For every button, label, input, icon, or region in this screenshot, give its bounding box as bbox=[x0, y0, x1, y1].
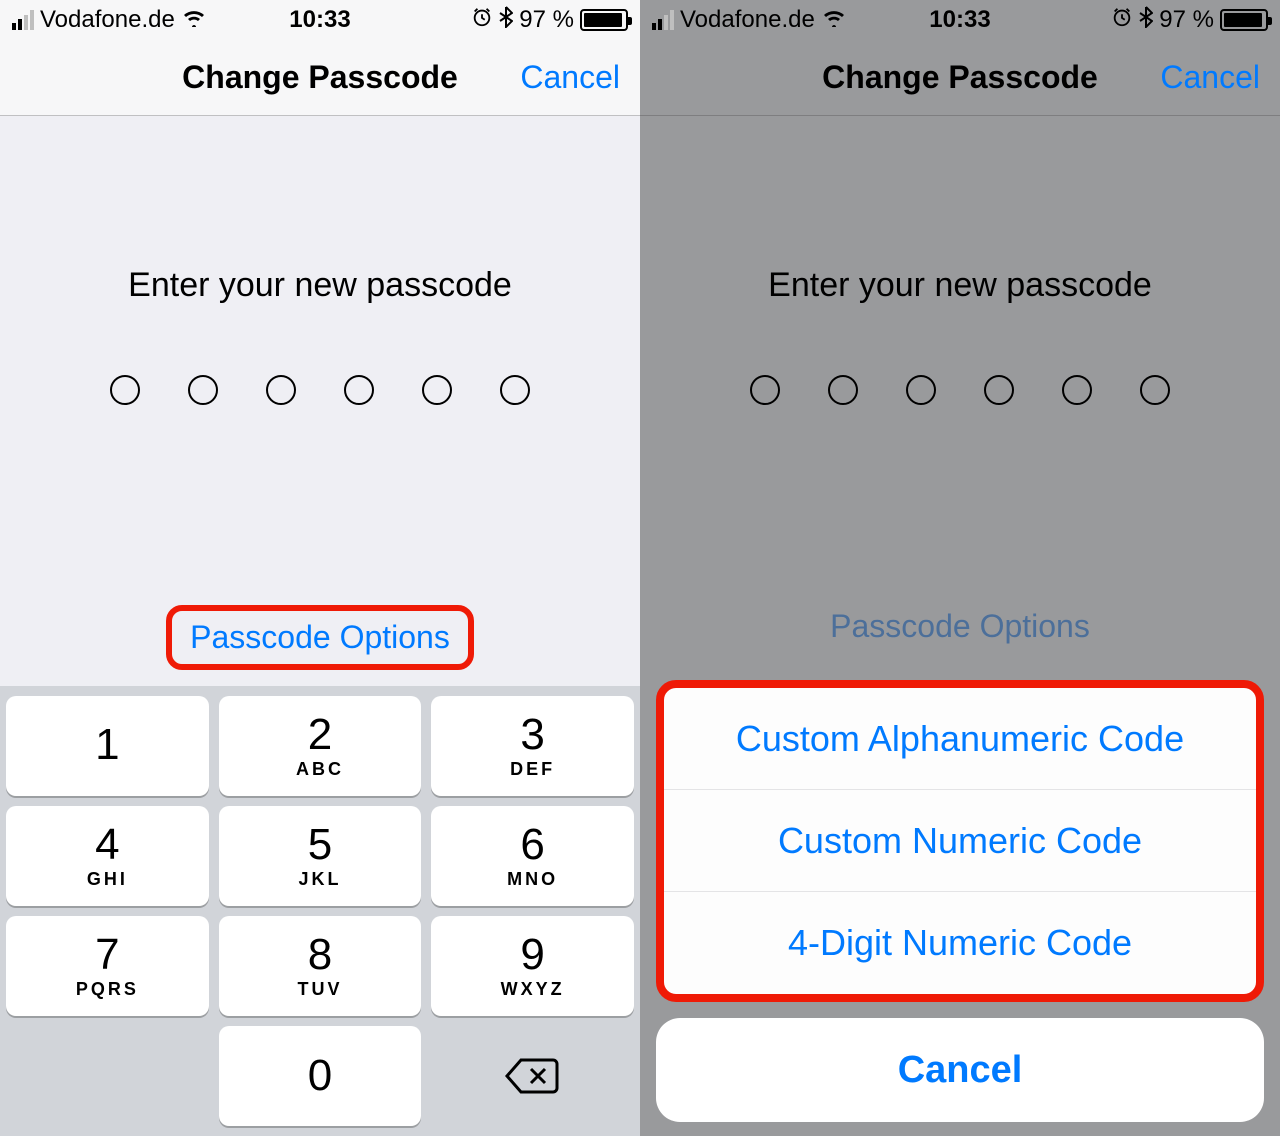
passcode-dot bbox=[110, 375, 140, 405]
option-custom-alphanumeric[interactable]: Custom Alphanumeric Code bbox=[664, 688, 1256, 790]
passcode-dot bbox=[1140, 375, 1170, 405]
passcode-dot bbox=[266, 375, 296, 405]
number-keypad: 1 2ABC 3DEF 4GHI 5JKL 6MNO 7PQRS 8TUV 9W… bbox=[0, 686, 640, 1136]
alarm-icon bbox=[471, 6, 493, 34]
status-bar: Vodafone.de 10:33 97 % bbox=[640, 0, 1280, 40]
carrier-label: Vodafone.de bbox=[40, 6, 175, 34]
passcode-dots bbox=[110, 375, 530, 405]
battery-icon bbox=[580, 9, 628, 31]
left-screenshot: Vodafone.de 10:33 97 % Change Passcode C… bbox=[0, 0, 640, 1136]
passcode-dot bbox=[188, 375, 218, 405]
alarm-icon bbox=[1111, 6, 1133, 34]
key-4[interactable]: 4GHI bbox=[6, 806, 209, 906]
cancel-button[interactable]: Cancel bbox=[520, 59, 620, 96]
key-5[interactable]: 5JKL bbox=[219, 806, 422, 906]
passcode-options-button-dimmed: Passcode Options bbox=[830, 608, 1090, 645]
passcode-prompt: Enter your new passcode bbox=[128, 266, 512, 305]
passcode-options-button[interactable]: Passcode Options bbox=[166, 605, 474, 670]
key-0[interactable]: 0 bbox=[219, 1026, 422, 1126]
right-screenshot: Vodafone.de 10:33 97 % Change Passcode C… bbox=[640, 0, 1280, 1136]
nav-bar: Change Passcode Cancel bbox=[640, 40, 1280, 116]
passcode-dot bbox=[500, 375, 530, 405]
signal-icon bbox=[652, 10, 674, 30]
passcode-dot bbox=[984, 375, 1014, 405]
key-6[interactable]: 6MNO bbox=[431, 806, 634, 906]
key-3[interactable]: 3DEF bbox=[431, 696, 634, 796]
key-7[interactable]: 7PQRS bbox=[6, 916, 209, 1016]
carrier-label: Vodafone.de bbox=[680, 6, 815, 34]
action-sheet-cancel-button[interactable]: Cancel bbox=[656, 1018, 1264, 1122]
key-9[interactable]: 9WXYZ bbox=[431, 916, 634, 1016]
clock-label: 10:33 bbox=[289, 6, 350, 34]
passcode-dot bbox=[750, 375, 780, 405]
key-2[interactable]: 2ABC bbox=[219, 696, 422, 796]
page-title: Change Passcode bbox=[822, 59, 1098, 96]
key-backspace[interactable] bbox=[431, 1026, 634, 1126]
passcode-dot bbox=[344, 375, 374, 405]
backspace-icon bbox=[505, 1056, 561, 1096]
wifi-icon bbox=[821, 7, 847, 33]
page-title: Change Passcode bbox=[182, 59, 458, 96]
cancel-button[interactable]: Cancel bbox=[1160, 59, 1260, 96]
bluetooth-icon bbox=[499, 6, 513, 34]
passcode-dot bbox=[1062, 375, 1092, 405]
bluetooth-icon bbox=[1139, 6, 1153, 34]
action-sheet-options-group: Custom Alphanumeric Code Custom Numeric … bbox=[656, 680, 1264, 1002]
key-1[interactable]: 1 bbox=[6, 696, 209, 796]
key-blank bbox=[6, 1026, 209, 1126]
key-8[interactable]: 8TUV bbox=[219, 916, 422, 1016]
signal-icon bbox=[12, 10, 34, 30]
battery-pct-label: 97 % bbox=[519, 6, 574, 34]
status-bar: Vodafone.de 10:33 97 % bbox=[0, 0, 640, 40]
wifi-icon bbox=[181, 7, 207, 33]
action-sheet: Custom Alphanumeric Code Custom Numeric … bbox=[656, 680, 1264, 1122]
nav-bar: Change Passcode Cancel bbox=[0, 40, 640, 116]
clock-label: 10:33 bbox=[929, 6, 990, 34]
battery-pct-label: 97 % bbox=[1159, 6, 1214, 34]
passcode-dot bbox=[906, 375, 936, 405]
passcode-prompt: Enter your new passcode bbox=[768, 266, 1152, 305]
passcode-dots bbox=[750, 375, 1170, 405]
option-4-digit-numeric[interactable]: 4-Digit Numeric Code bbox=[664, 892, 1256, 994]
battery-icon bbox=[1220, 9, 1268, 31]
passcode-dot bbox=[828, 375, 858, 405]
option-custom-numeric[interactable]: Custom Numeric Code bbox=[664, 790, 1256, 892]
passcode-dot bbox=[422, 375, 452, 405]
